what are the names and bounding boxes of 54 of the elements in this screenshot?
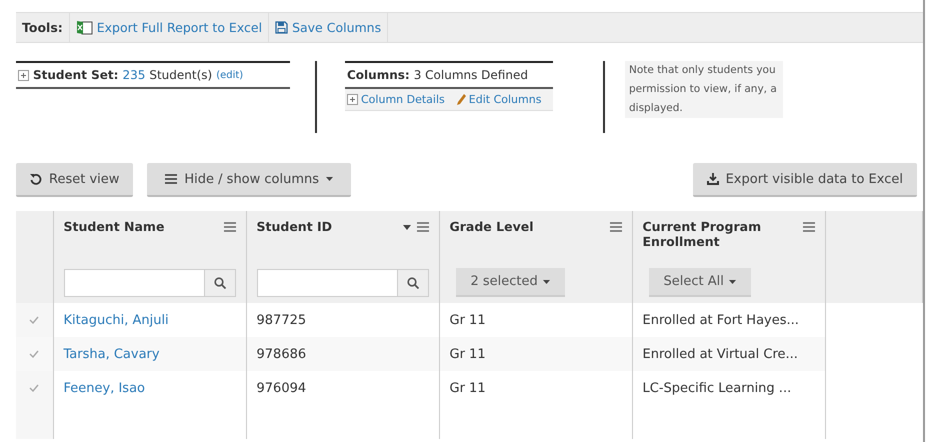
pencil-icon xyxy=(456,94,466,105)
caret-icon xyxy=(326,177,334,181)
column-header[interactable]: Grade Level xyxy=(450,219,534,234)
table-cell: LC-Specific Learning ... xyxy=(642,380,792,396)
columns-label: Columns: xyxy=(347,68,410,82)
search-icon[interactable] xyxy=(406,277,418,289)
caret-icon xyxy=(542,280,550,284)
column-header[interactable]: Current Program Enrollment xyxy=(642,219,796,249)
student-set-label: Student Set: xyxy=(33,68,118,82)
edit-columns-link[interactable]: Edit Columns xyxy=(468,93,542,106)
table-cell: Enrolled at Virtual Cre... xyxy=(642,346,798,362)
column-menu-icon[interactable] xyxy=(416,222,428,232)
column-header[interactable]: Student ID xyxy=(256,219,332,234)
export-report-link[interactable]: Export Full Report to Excel xyxy=(70,13,270,42)
permission-note: Note that only students you permission to view, if any, a displayed. xyxy=(625,61,783,118)
filter-dropdown[interactable]: 2 selected xyxy=(456,268,565,297)
reset-icon xyxy=(30,173,42,185)
menu-icon xyxy=(165,174,178,184)
student-unit: Student(s) xyxy=(149,68,212,82)
export-visible-button[interactable]: Export visible data to Excel xyxy=(692,163,917,197)
column-menu-icon[interactable] xyxy=(224,222,236,232)
search-icon[interactable] xyxy=(214,277,226,289)
check-icon[interactable] xyxy=(29,384,40,392)
student-name-link[interactable]: Kitaguchi, Anjuli xyxy=(64,312,169,328)
column-menu-icon[interactable] xyxy=(610,222,622,232)
columns-value: 3 Columns Defined xyxy=(414,68,528,82)
edit-link[interactable]: (edit) xyxy=(216,70,244,80)
filter-dropdown[interactable]: Select All xyxy=(648,268,751,297)
table-cell: 976094 xyxy=(256,380,306,396)
hide-show-columns-button[interactable]: Hide / show columns xyxy=(147,163,352,197)
caret-icon xyxy=(728,280,736,284)
toolbar-label: Tools: xyxy=(16,13,70,42)
sort-caret-icon[interactable] xyxy=(402,224,410,230)
reset-view-button[interactable]: Reset view xyxy=(16,163,134,197)
table-cell: 987725 xyxy=(256,312,306,328)
table-cell: Gr 11 xyxy=(450,380,486,396)
column-details-link[interactable]: Column Details xyxy=(361,93,445,106)
filter-field[interactable] xyxy=(64,269,236,297)
column-header[interactable]: Student Name xyxy=(64,219,164,234)
filter-field[interactable] xyxy=(256,269,428,297)
table-cell: Enrolled at Fort Hayes... xyxy=(642,312,799,328)
expand-icon[interactable] xyxy=(18,70,29,80)
download-icon xyxy=(706,173,719,185)
check-icon[interactable] xyxy=(29,350,40,358)
expand-icon[interactable] xyxy=(347,94,358,105)
column-menu-icon[interactable] xyxy=(802,222,814,232)
check-icon[interactable] xyxy=(29,316,40,324)
table-cell: Gr 11 xyxy=(450,312,486,328)
table-cell: 978686 xyxy=(256,346,306,362)
student-count-link[interactable]: 235 xyxy=(122,68,146,82)
save-columns-link[interactable]: Save Columns xyxy=(269,13,388,42)
student-name-link[interactable]: Feeney, Isao xyxy=(64,380,145,396)
spreadsheet-icon xyxy=(76,20,93,35)
table-cell: Gr 11 xyxy=(450,346,486,362)
